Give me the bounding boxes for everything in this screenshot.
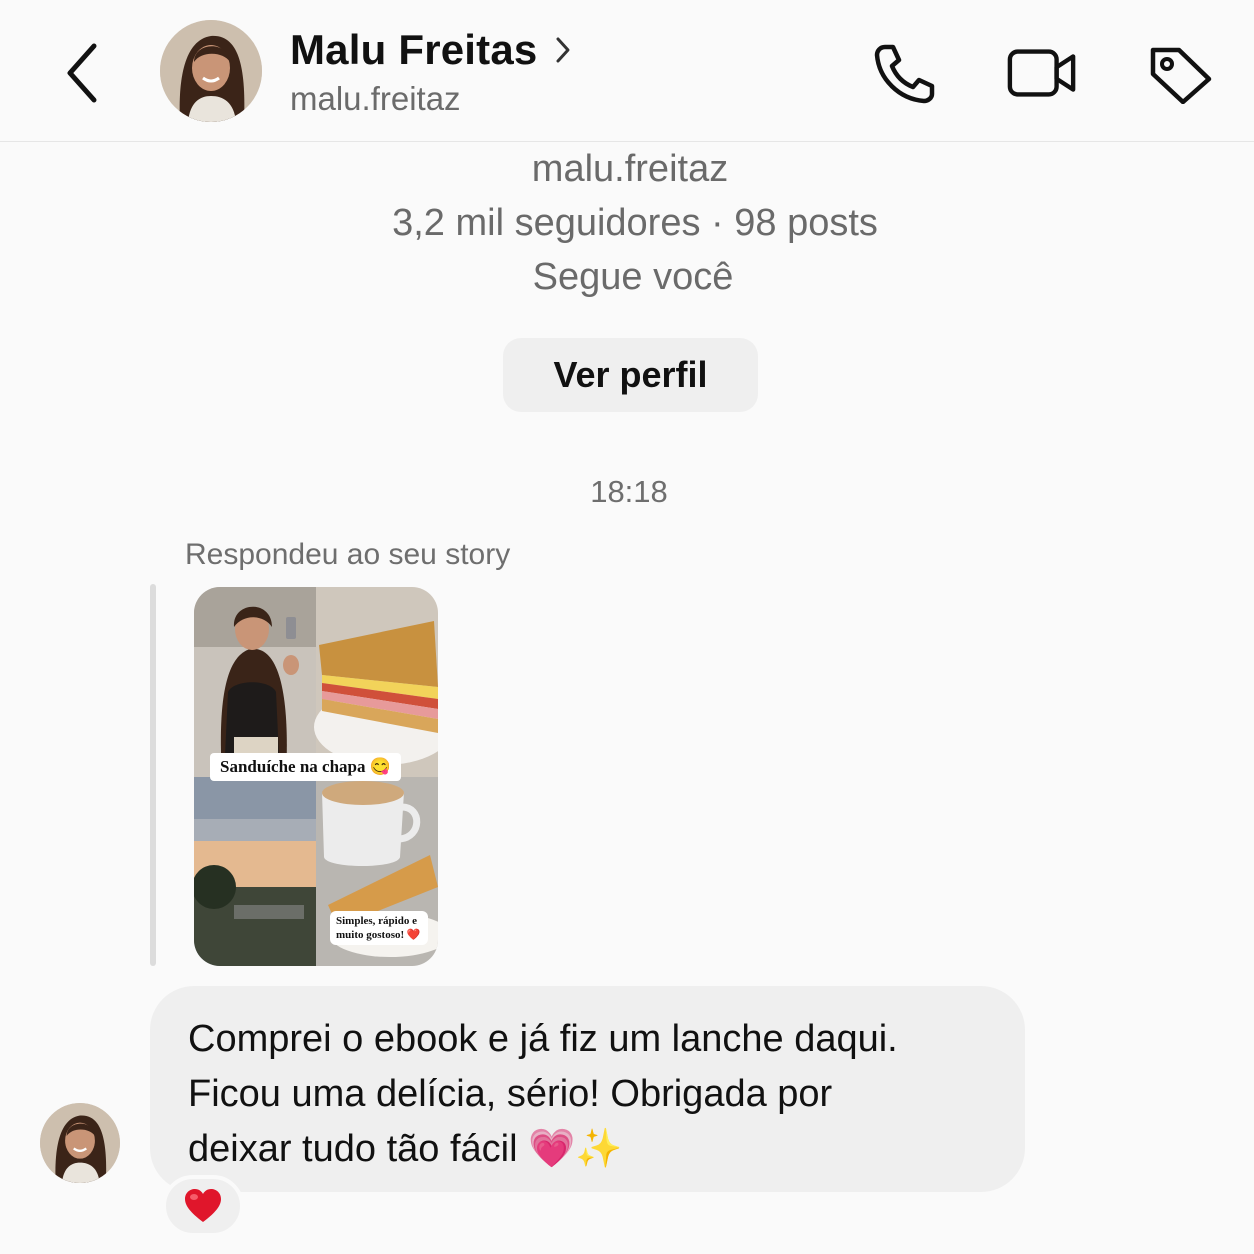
- message-reaction[interactable]: [162, 1175, 244, 1237]
- message-text-line: deixar tudo tão fácil 💗✨: [188, 1128, 623, 1170]
- video-call-button[interactable]: [1006, 40, 1078, 106]
- tag-icon: [1150, 47, 1212, 104]
- story-reply-label: Respondeu ao seu story: [185, 538, 511, 571]
- profile-stats: 3,2 mil seguidores · 98 posts: [392, 202, 878, 244]
- contact-name: Malu Freitas: [290, 26, 538, 73]
- message-text-line: Ficou uma delícia, sério! Obrigada por: [188, 1073, 833, 1115]
- sender-avatar[interactable]: [40, 1103, 120, 1183]
- audio-call-button[interactable]: [868, 40, 940, 106]
- message-text-line: Comprei o ebook e já fiz um lanche daqui…: [188, 1018, 898, 1060]
- profile-photo: [160, 20, 262, 122]
- phone-icon: [874, 44, 935, 104]
- reply-indicator-bar: [150, 584, 156, 966]
- chevron-left-icon: [67, 43, 97, 103]
- view-profile-button[interactable]: Ver perfil: [503, 338, 758, 412]
- profile-username: malu.freitaz: [531, 148, 729, 190]
- contact-name-link[interactable]: Malu Freitas: [290, 26, 571, 74]
- avatar[interactable]: [160, 20, 262, 122]
- follow-status: Segue você: [532, 256, 734, 298]
- chevron-right-icon: [556, 37, 570, 63]
- story-caption-secondary: Simples, rápido e muito gostoso! ❤️: [330, 911, 428, 945]
- heart-icon: [185, 1189, 221, 1222]
- story-caption: Sanduíche na chapa 😋: [210, 753, 401, 781]
- profile-photo: [40, 1103, 120, 1183]
- message-timestamp: 18:18: [590, 474, 668, 509]
- back-button[interactable]: [54, 40, 110, 106]
- video-camera-icon: [1007, 49, 1076, 97]
- contact-username: malu.freitaz: [290, 80, 461, 117]
- chat-header: Malu Freitas malu.freitaz: [0, 0, 1254, 142]
- story-thumbnail[interactable]: Sanduíche na chapa 😋 Simples, rápido e m…: [194, 587, 438, 966]
- message-bubble[interactable]: Comprei o ebook e já fiz um lanche daqui…: [150, 986, 1025, 1192]
- tag-button[interactable]: [1144, 40, 1216, 106]
